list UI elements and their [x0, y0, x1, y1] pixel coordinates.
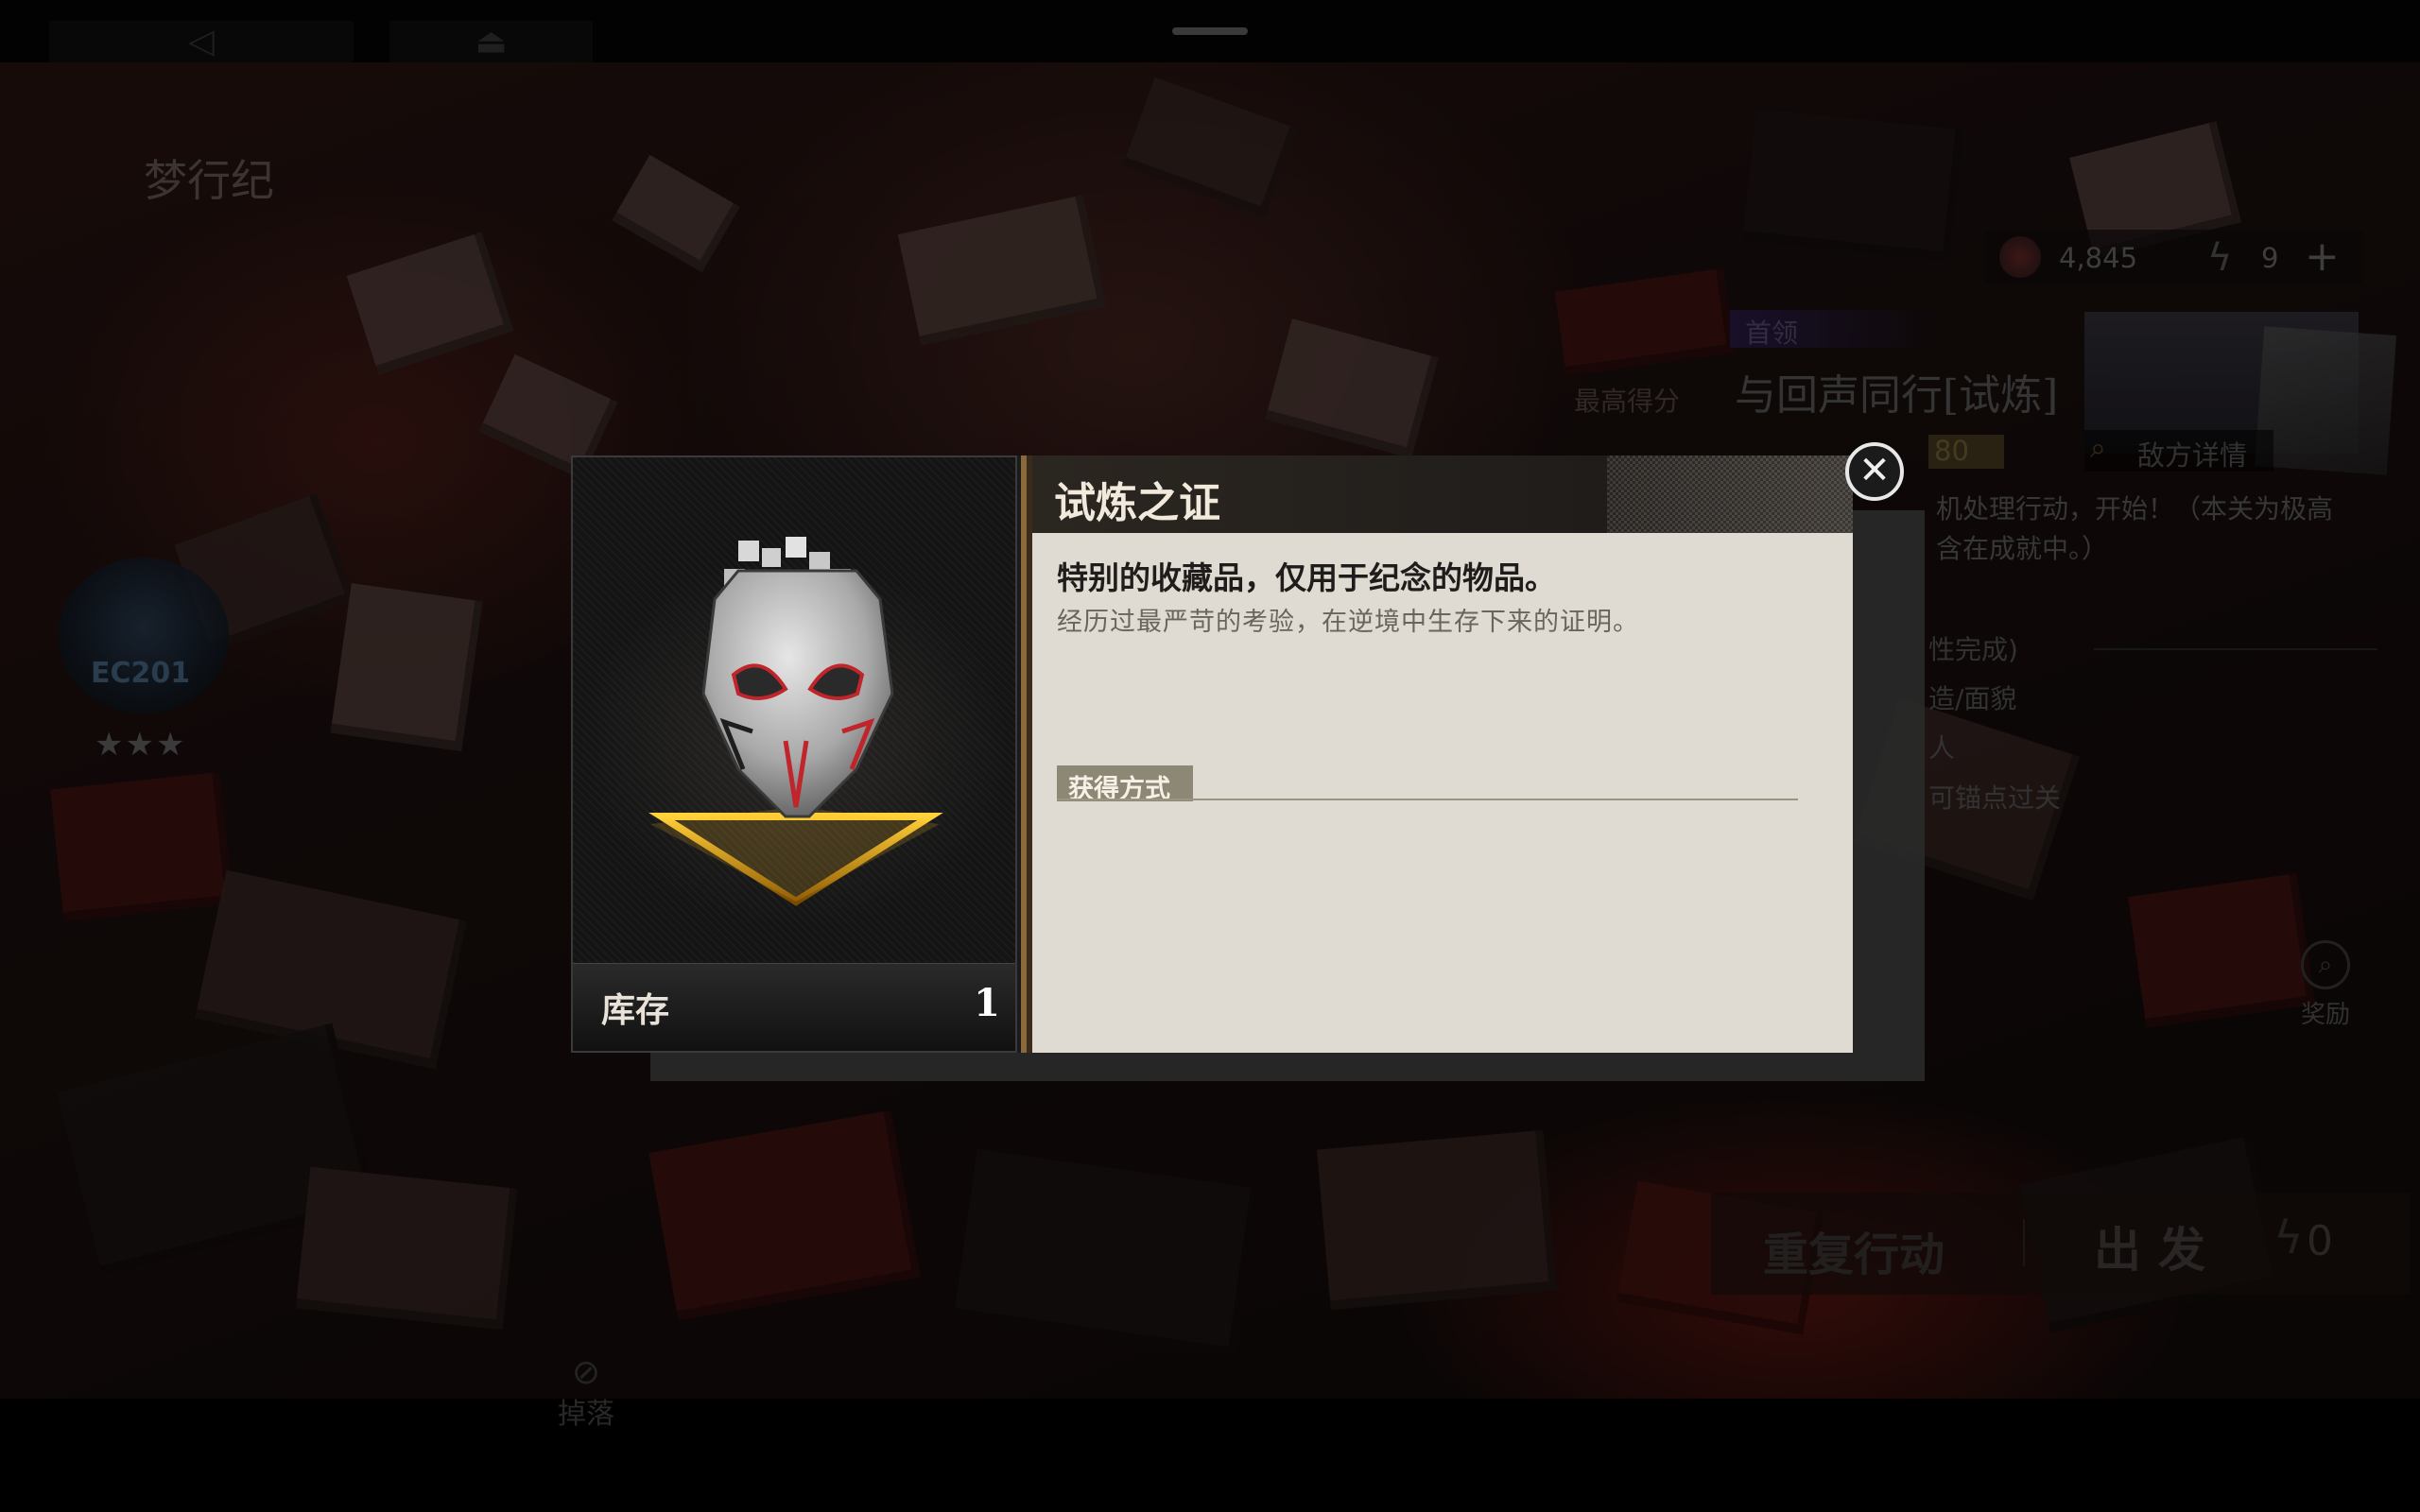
item-flavor-text: 经历过最严苛的考验，在逆境中生存下来的证明。	[1057, 608, 1639, 637]
item-title: 试炼之证	[1054, 479, 1220, 527]
header-texture	[1607, 455, 1853, 533]
stock-bar: 库存 1	[573, 963, 1015, 1051]
stock-label: 库存	[601, 990, 670, 1030]
panel-divider	[1017, 455, 1032, 1053]
close-icon[interactable]: ✕	[1845, 442, 1904, 501]
source-divider	[1057, 799, 1798, 800]
mask-item-icon	[648, 537, 943, 906]
item-description: 特别的收藏品，仅用于纪念的物品。	[1057, 559, 1556, 596]
stock-count: 1	[974, 981, 1000, 1025]
item-preview-panel: 库存 1	[571, 455, 1017, 1053]
source-section-tag: 获得方式	[1057, 765, 1193, 804]
